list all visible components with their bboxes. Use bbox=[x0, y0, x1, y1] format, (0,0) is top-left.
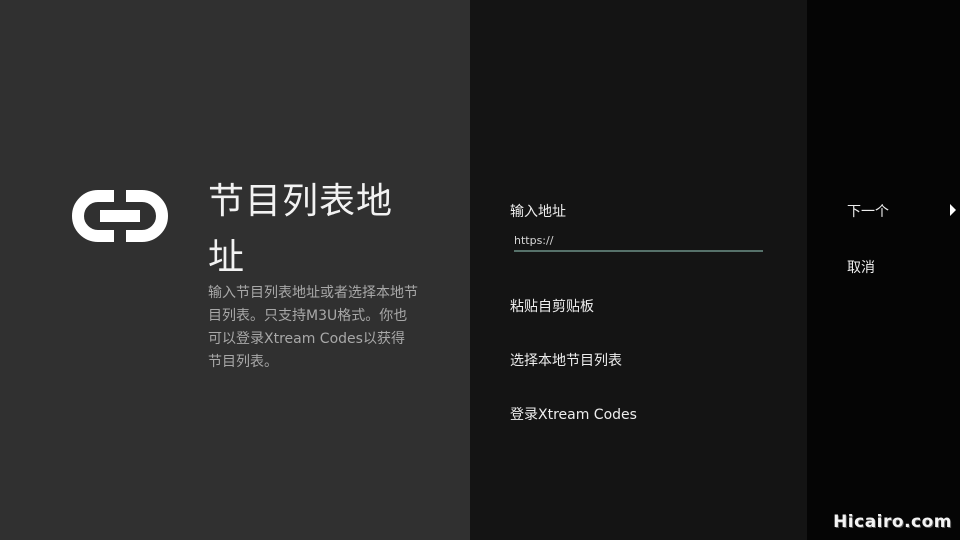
page-description: 输入节目列表地址或者选择本地节目列表。只支持M3U格式。你也可以登录Xtream… bbox=[208, 285, 418, 370]
url-input[interactable] bbox=[514, 230, 763, 252]
next-button[interactable]: 下一个 bbox=[847, 201, 956, 221]
dialog-screen: 节目列表地址 输入节目列表地址或者选择本地节目列表。只支持M3U格式。你也可以登… bbox=[0, 0, 960, 540]
cancel-button[interactable]: 取消 bbox=[847, 257, 875, 277]
xtream-codes-login-button[interactable]: 登录Xtream Codes bbox=[510, 404, 637, 424]
info-panel: 节目列表地址 输入节目列表地址或者选择本地节目列表。只支持M3U格式。你也可以登… bbox=[0, 0, 470, 540]
next-button-label: 下一个 bbox=[847, 204, 889, 220]
link-icon bbox=[72, 190, 168, 242]
watermark: Hicairo.com bbox=[833, 512, 952, 532]
paste-from-clipboard-button[interactable]: 粘贴自剪贴板 bbox=[510, 296, 594, 316]
navigation-panel: 下一个 取消 bbox=[807, 0, 960, 540]
triangle-right-icon bbox=[950, 204, 956, 216]
url-field-label: 输入地址 bbox=[510, 204, 566, 220]
page-title: 节目列表地址 bbox=[208, 181, 394, 278]
actions-panel: 输入地址 粘贴自剪贴板 选择本地节目列表 登录Xtream Codes bbox=[470, 0, 807, 540]
select-local-playlist-button[interactable]: 选择本地节目列表 bbox=[510, 350, 622, 370]
